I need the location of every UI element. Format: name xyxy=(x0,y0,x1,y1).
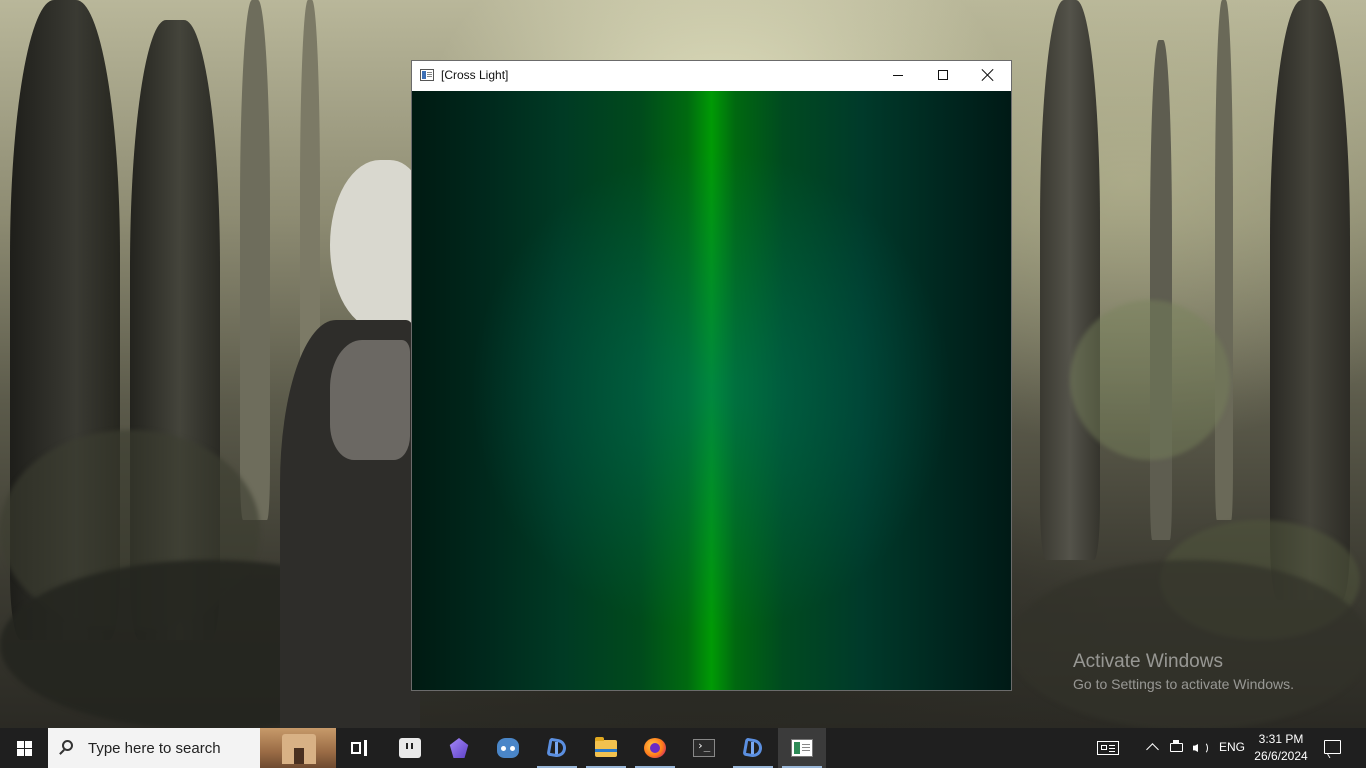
maximize-button[interactable] xyxy=(920,61,966,91)
cross-light-window: [Cross Light] xyxy=(411,60,1012,691)
tree-trunk xyxy=(1040,0,1100,560)
taskbar-cross-light[interactable] xyxy=(778,728,826,768)
taskbar-file-explorer[interactable] xyxy=(582,728,630,768)
foliage xyxy=(1010,560,1366,728)
watermark-title: Activate Windows xyxy=(1073,651,1223,672)
taskbar-clock[interactable]: 3:31 PM 26/6/2024 xyxy=(1250,728,1312,768)
search-icon xyxy=(62,740,73,751)
news-icon xyxy=(1097,741,1119,755)
taskbar-godot[interactable] xyxy=(484,728,532,768)
clock-time: 3:31 PM xyxy=(1258,732,1304,746)
watermark-subtitle: Go to Settings to activate Windows. xyxy=(1073,676,1294,692)
tree-trunk xyxy=(1215,0,1233,520)
task-view-icon xyxy=(351,740,369,756)
task-view-button[interactable] xyxy=(336,728,384,768)
tree-trunk xyxy=(1150,40,1172,540)
taskbar-visual-studio-2[interactable] xyxy=(729,728,777,768)
close-button[interactable] xyxy=(965,61,1011,91)
maximize-icon xyxy=(938,70,948,80)
character-shoulder xyxy=(330,340,410,460)
godot-icon xyxy=(497,738,519,758)
visual-studio-icon xyxy=(742,738,764,758)
windows-logo-icon xyxy=(17,741,32,756)
notification-center-icon[interactable] xyxy=(1322,728,1344,768)
news-and-interests-button[interactable] xyxy=(1097,728,1121,768)
start-button[interactable] xyxy=(0,728,48,768)
search-placeholder: Type here to search xyxy=(88,740,221,757)
folder-icon xyxy=(595,737,617,757)
firefox-icon xyxy=(644,738,666,758)
taskbar-firefox[interactable] xyxy=(631,728,679,768)
taskbar-obsidian[interactable] xyxy=(435,728,483,768)
taskbar-search-box[interactable]: Type here to search xyxy=(48,728,336,768)
battery-icon[interactable] xyxy=(1169,728,1187,768)
input-language[interactable]: ENG xyxy=(1219,740,1245,756)
taskbar: Type here to search ENG 3:31 PM 26/6/202… xyxy=(0,728,1366,768)
render-canvas[interactable] xyxy=(412,91,1011,690)
activate-windows-watermark: Activate Windows Go to Settings to activ… xyxy=(1073,650,1294,694)
tree-trunk xyxy=(240,0,270,520)
close-icon xyxy=(982,69,994,81)
obsidian-icon xyxy=(449,738,469,758)
show-hidden-icons-button[interactable] xyxy=(1145,728,1161,768)
window-titlebar[interactable]: [Cross Light] xyxy=(412,61,1011,91)
visual-studio-icon xyxy=(546,738,568,758)
search-highlight-image xyxy=(260,728,336,768)
minimize-icon xyxy=(893,75,903,76)
window-title: [Cross Light] xyxy=(441,68,509,82)
taskbar-twitch[interactable] xyxy=(386,728,434,768)
terminal-icon xyxy=(693,739,715,757)
tree-trunk xyxy=(1270,0,1350,600)
minimize-button[interactable] xyxy=(875,61,921,91)
taskbar-visual-studio[interactable] xyxy=(533,728,581,768)
twitch-icon xyxy=(399,738,421,758)
app-window-icon xyxy=(791,739,813,757)
taskbar-terminal[interactable] xyxy=(680,728,728,768)
clock-date: 26/6/2024 xyxy=(1254,749,1308,763)
app-window-icon[interactable] xyxy=(420,69,434,81)
volume-icon[interactable] xyxy=(1192,728,1212,768)
foliage xyxy=(1070,300,1230,460)
